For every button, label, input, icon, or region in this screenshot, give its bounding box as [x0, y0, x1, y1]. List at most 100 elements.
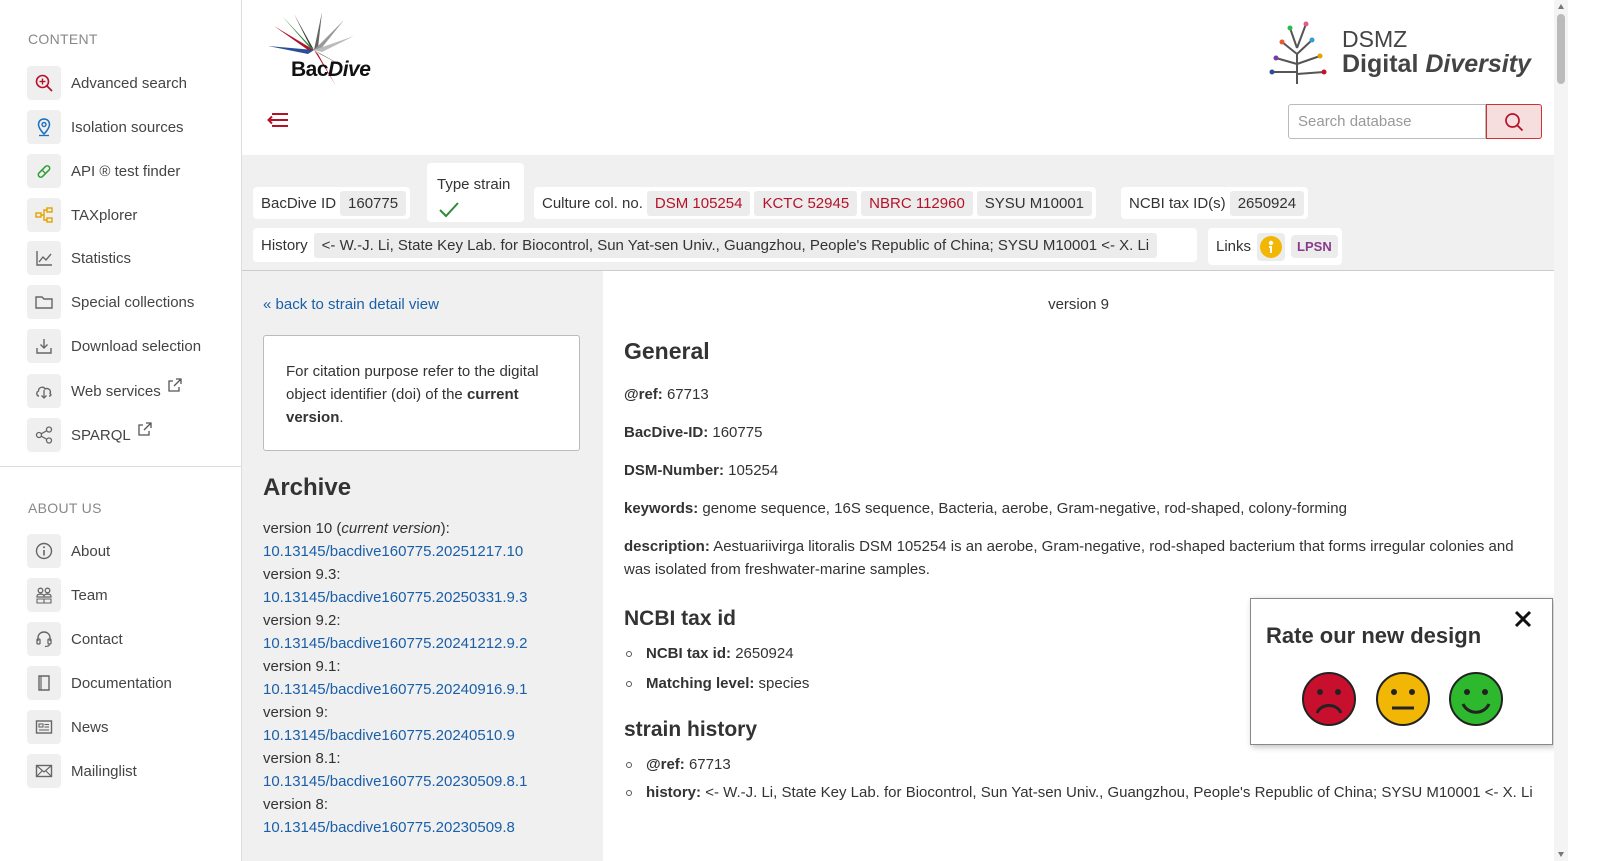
archive-item: version 10 (current version): 10.13145/b… — [263, 517, 593, 563]
ncbi-tax-label: NCBI tax ID(s) — [1129, 194, 1226, 212]
sidebar-item-label: Statistics — [71, 249, 132, 267]
sidebar-item-download-selection[interactable]: Download selection — [27, 329, 201, 363]
scrollbar-thumb[interactable] — [1557, 14, 1565, 84]
sidebar-item-statistics[interactable]: Statistics — [27, 241, 131, 275]
sidebar-item-label: About — [71, 542, 111, 560]
page-scrollbar[interactable] — [1554, 0, 1568, 861]
culture-collection-chip: Culture col. no. DSM 105254 KCTC 52945 N… — [534, 187, 1097, 219]
dsmz-logo[interactable]: DSMZ Digital Diversity — [1264, 14, 1534, 86]
field-dsm-number: DSM-Number: 105254 — [624, 462, 779, 479]
sidebar-item-label: Mailinglist — [71, 762, 137, 780]
archive-item: version 8: 10.13145/bacdive160775.202305… — [263, 793, 593, 839]
scroll-down-icon[interactable] — [1557, 850, 1565, 858]
bacdive-id-chip: BacDive ID 160775 — [253, 187, 411, 219]
sidebar-item-documentation[interactable]: Documentation — [27, 666, 172, 700]
links-label: Links — [1216, 238, 1252, 255]
test-strip-icon — [27, 154, 61, 188]
strain-info-bar: BacDive ID 160775 Type strain Culture co… — [242, 155, 1554, 271]
links-chip: Links LPSN — [1208, 228, 1342, 265]
happy-face-icon[interactable] — [1448, 671, 1504, 727]
search-bar — [1288, 104, 1542, 139]
culture-collection-label: Culture col. no. — [542, 194, 643, 212]
search-button[interactable] — [1486, 104, 1542, 139]
sidebar-item-taxplorer[interactable]: TAXplorer — [27, 198, 137, 232]
strain-history-list: @ref: 67713 history: <- W.-J. Li, State … — [624, 753, 1539, 804]
history-value: <- W.-J. Li, State Key Lab. for Biocontr… — [313, 232, 1158, 258]
sidebar-item-label: Advanced search — [71, 74, 187, 92]
culture-number: SYSU M10001 — [976, 190, 1093, 216]
archive-doi-link[interactable]: 10.13145/bacdive160775.20251217.10 — [263, 540, 593, 563]
back-to-strain-link[interactable]: « back to strain detail view — [263, 296, 439, 313]
dsmz-title: DSMZ — [1342, 26, 1408, 52]
share-nodes-icon — [27, 418, 61, 452]
field-bacdive-id: BacDive-ID: 160775 — [624, 424, 763, 441]
sidebar-item-label: Isolation sources — [71, 118, 184, 136]
magnify-plus-icon — [27, 66, 61, 100]
field-description: description: Aestuariivirga litoralis DS… — [624, 538, 1514, 578]
archive-doi-link[interactable]: 10.13145/bacdive160775.20240510.9 — [263, 724, 593, 747]
sidebar: CONTENT Advanced search Isolation source… — [0, 0, 242, 861]
links-info-icon[interactable] — [1257, 232, 1286, 261]
archive-item: version 9: 10.13145/bacdive160775.202405… — [263, 701, 593, 747]
sidebar-item-label: Special collections — [71, 293, 195, 311]
tree-branch-icon — [27, 198, 61, 232]
content-heading: CONTENT — [28, 31, 98, 47]
sidebar-item-advanced-search[interactable]: Advanced search — [27, 66, 187, 100]
culture-number-link[interactable]: KCTC 52945 — [754, 190, 858, 216]
archive-item: version 8.1: 10.13145/bacdive160775.2023… — [263, 747, 593, 793]
archive-doi-link[interactable]: 10.13145/bacdive160775.20250331.9.3 — [263, 586, 593, 609]
sidebar-item-news[interactable]: News — [27, 710, 109, 744]
list-item: history: <- W.-J. Li, State Key Lab. for… — [624, 781, 1539, 804]
sidebar-item-mailinglist[interactable]: Mailinglist — [27, 754, 137, 788]
neutral-face-icon[interactable] — [1375, 671, 1431, 727]
window-edge — [1568, 0, 1600, 861]
sidebar-item-api-test-finder[interactable]: API ® test finder — [27, 154, 180, 188]
ncbi-tax-value[interactable]: 2650924 — [1229, 190, 1305, 216]
archive-doi-link[interactable]: 10.13145/bacdive160775.20241212.9.2 — [263, 632, 593, 655]
sidebar-item-label: News — [71, 718, 109, 736]
list-item: @ref: 67713 — [624, 753, 1539, 776]
line-chart-icon — [27, 241, 61, 275]
sidebar-item-team[interactable]: Team — [27, 578, 108, 612]
map-pin-icon — [27, 110, 61, 144]
sidebar-item-contact[interactable]: Contact — [27, 622, 123, 656]
download-tray-icon — [27, 329, 61, 363]
sidebar-item-web-services[interactable]: Web services — [27, 374, 183, 408]
lpsn-link[interactable]: LPSN — [1291, 235, 1338, 258]
archive-title: Archive — [263, 474, 352, 501]
header: BacDive DSMZ Digital Diversity — [242, 0, 1554, 155]
archive-doi-link[interactable]: 10.13145/bacdive160775.20230509.8.1 — [263, 770, 593, 793]
culture-number-link[interactable]: NBRC 112960 — [861, 190, 973, 216]
culture-number-link[interactable]: DSM 105254 — [646, 190, 751, 216]
history-label: History — [261, 236, 308, 254]
archive-item: version 9.3: 10.13145/bacdive160775.2025… — [263, 563, 593, 609]
sidebar-item-label: Download selection — [71, 337, 202, 355]
dsmz-tree-icon — [1269, 21, 1327, 84]
collapse-sidebar-icon[interactable] — [266, 108, 290, 132]
headset-icon — [27, 622, 61, 656]
main-content: version 9 General @ref: 67713 BacDive-ID… — [603, 271, 1554, 861]
archive-item: version 9.1: 10.13145/bacdive160775.2024… — [263, 655, 593, 701]
rate-design-title: Rate our new design — [1266, 623, 1482, 648]
sidebar-divider — [0, 466, 241, 467]
sidebar-item-special-collections[interactable]: Special collections — [27, 285, 194, 319]
external-link-icon — [138, 422, 152, 436]
check-icon — [439, 202, 459, 218]
sidebar-item-sparql[interactable]: SPARQL — [27, 418, 153, 452]
sad-face-icon[interactable] — [1301, 671, 1357, 727]
newspaper-icon — [27, 710, 61, 744]
bacdive-logo[interactable]: BacDive — [264, 12, 371, 90]
search-input[interactable] — [1288, 104, 1486, 139]
archive-doi-link[interactable]: 10.13145/bacdive160775.20230509.8 — [263, 816, 593, 839]
type-strain-label: Type strain — [437, 176, 511, 193]
dsmz-subtitle: Digital Diversity — [1342, 50, 1531, 78]
archive-version-label: version 8: — [263, 796, 329, 813]
scroll-up-icon[interactable] — [1557, 3, 1565, 11]
sidebar-item-isolation-sources[interactable]: Isolation sources — [27, 110, 184, 144]
history-chip: History <- W.-J. Li, State Key Lab. for … — [253, 228, 1197, 262]
close-icon[interactable] — [1513, 609, 1533, 629]
archive-version-label: version 9.1: — [263, 658, 341, 675]
about-heading: ABOUT US — [28, 500, 102, 516]
archive-doi-link[interactable]: 10.13145/bacdive160775.20240916.9.1 — [263, 678, 593, 701]
sidebar-item-about[interactable]: About — [27, 534, 110, 568]
